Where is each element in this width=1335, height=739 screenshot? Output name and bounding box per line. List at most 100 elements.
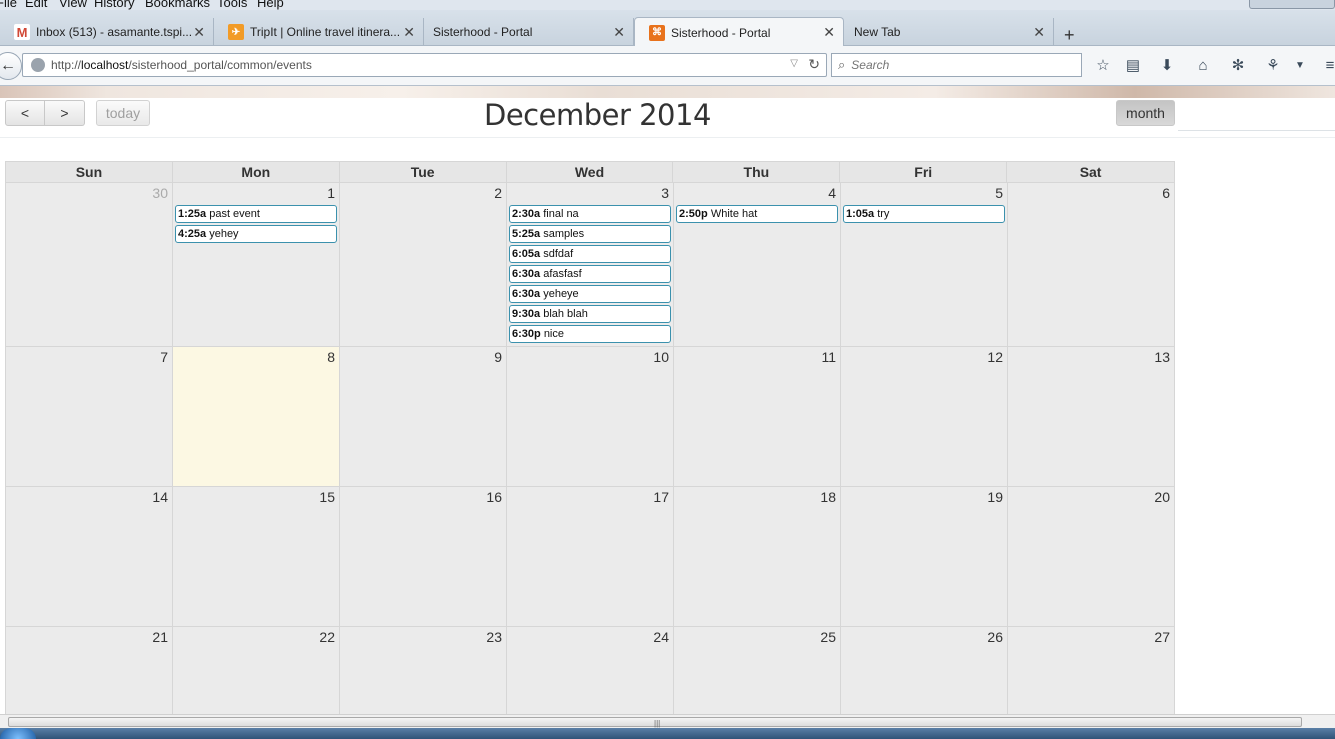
day-cell[interactable]: 21 — [6, 627, 173, 714]
day-number: 24 — [653, 629, 669, 645]
day-cell[interactable]: 2 — [340, 183, 507, 347]
day-number: 11 — [821, 349, 836, 365]
calendar-event[interactable]: 6:30a afasfasf — [509, 265, 671, 283]
day-events: 1:25a past event 4:25a yehey — [175, 205, 337, 245]
tab-gmail[interactable]: M Inbox (513) - asamante.tspi... ✕ — [0, 18, 214, 46]
download-icon[interactable]: ⬇ — [1157, 55, 1177, 75]
tab-sisterhood-active[interactable]: ⌘ Sisterhood - Portal ✕ — [634, 17, 844, 47]
dropdown-icon[interactable]: ▽ — [790, 58, 798, 69]
calendar-event[interactable]: 2:50p White hat — [676, 205, 838, 223]
day-number: 18 — [820, 489, 836, 505]
prev-month-button[interactable]: < — [5, 100, 45, 126]
chevron-down-icon[interactable]: ▼ — [1290, 55, 1310, 75]
day-cell[interactable]: 13 — [1008, 347, 1175, 487]
day-cell[interactable]: 12 — [841, 347, 1008, 487]
day-cell[interactable]: 5 1:05a try — [841, 183, 1008, 347]
day-number: 17 — [653, 489, 669, 505]
today-button[interactable]: today — [96, 100, 150, 126]
menu-help[interactable]: Help — [257, 0, 284, 10]
addon-icon[interactable]: ⚘ — [1263, 55, 1283, 75]
day-cell[interactable]: 11 — [674, 347, 841, 487]
menu-bookmarks[interactable]: Bookmarks — [145, 0, 210, 10]
calendar-event[interactable]: 6:30p nice — [509, 325, 671, 343]
day-cell[interactable]: 26 — [841, 627, 1008, 714]
day-cell[interactable]: 16 — [340, 487, 507, 627]
day-cell[interactable]: 25 — [674, 627, 841, 714]
day-cell[interactable]: 23 — [340, 627, 507, 714]
day-cell[interactable]: 20 — [1008, 487, 1175, 627]
close-icon[interactable]: ✕ — [823, 24, 835, 41]
calendar-event[interactable]: 4:25a yehey — [175, 225, 337, 243]
day-events: 2:30a final na 5:25a samples 6:05a sdfdaf 6… — [509, 205, 671, 345]
tab-label: Sisterhood - Portal — [671, 25, 771, 40]
next-month-button[interactable]: > — [45, 100, 85, 126]
day-cell[interactable]: 17 — [507, 487, 674, 627]
home-icon[interactable]: ⌂ — [1193, 55, 1213, 75]
globe-icon — [31, 58, 45, 72]
day-cell[interactable]: 6 — [1008, 183, 1175, 347]
tab-sisterhood-1[interactable]: Sisterhood - Portal ✕ — [424, 18, 634, 46]
day-cell[interactable]: 19 — [841, 487, 1008, 627]
event-title: final na — [543, 208, 579, 220]
reading-list-icon[interactable]: ▤ — [1123, 55, 1143, 75]
divider — [1178, 130, 1335, 131]
menu-view[interactable]: View — [59, 0, 87, 10]
day-cell[interactable]: 1 1:25a past event 4:25a yehey — [173, 183, 340, 347]
week-row: 21 22 23 24 25 26 27 — [5, 627, 1175, 714]
calendar-event[interactable]: 2:30a final na — [509, 205, 671, 223]
calendar-weeks: 30 1 1:25a past event 4:25a yehey 2 3 2:30a fi… — [5, 183, 1175, 714]
calendar-event[interactable]: 9:30a blah blah — [509, 305, 671, 323]
day-cell[interactable]: 4 2:50p White hat — [674, 183, 841, 347]
back-arrow-icon[interactable]: ← — [0, 52, 22, 80]
tab-label: Inbox (513) - asamante.tspi... — [36, 25, 193, 39]
day-cell[interactable]: 9 — [340, 347, 507, 487]
close-icon[interactable]: ✕ — [1033, 24, 1045, 41]
window-controls[interactable] — [1249, 0, 1335, 9]
weekday-header: Tue — [340, 162, 507, 182]
day-cell-today[interactable]: 8 — [173, 347, 340, 487]
day-number: 13 — [1154, 349, 1170, 365]
search-input[interactable] — [851, 58, 1062, 72]
start-button-icon[interactable] — [0, 728, 36, 739]
event-time: 6:30a — [512, 268, 541, 280]
scrollbar-thumb[interactable]: ||| — [8, 717, 1302, 728]
calendar-event[interactable]: 5:25a samples — [509, 225, 671, 243]
event-time: 2:50p — [679, 208, 708, 220]
menu-edit[interactable]: Edit — [25, 0, 47, 10]
url-bar[interactable]: http://localhost/sisterhood_portal/commo… — [22, 53, 827, 77]
day-cell[interactable]: 22 — [173, 627, 340, 714]
close-icon[interactable]: ✕ — [403, 24, 415, 41]
menu-history[interactable]: History — [94, 0, 134, 10]
day-cell[interactable]: 24 — [507, 627, 674, 714]
day-cell[interactable]: 27 — [1008, 627, 1175, 714]
calendar-event[interactable]: 6:30a yeheye — [509, 285, 671, 303]
calendar-event[interactable]: 1:25a past event — [175, 205, 337, 223]
month-view-button[interactable]: month — [1116, 100, 1175, 126]
menu-tools[interactable]: Tools — [217, 0, 247, 10]
calendar-event[interactable]: 1:05a try — [843, 205, 1005, 223]
close-icon[interactable]: ✕ — [613, 24, 625, 41]
day-cell[interactable]: 30 — [6, 183, 173, 347]
search-bar[interactable]: ⌕ — [831, 53, 1082, 77]
menu-file[interactable]: File — [0, 0, 17, 10]
day-cell[interactable]: 15 — [173, 487, 340, 627]
horizontal-scrollbar[interactable]: ||| — [0, 714, 1335, 728]
day-number: 4 — [828, 185, 836, 201]
bookmark-star-icon[interactable]: ☆ — [1093, 55, 1113, 75]
day-cell[interactable]: 3 2:30a final na 5:25a samples 6:05a sdfdaf… — [507, 183, 674, 347]
day-cell[interactable]: 18 — [674, 487, 841, 627]
new-tab-plus-icon[interactable]: + — [1064, 25, 1075, 46]
menu-icon[interactable]: ≡ — [1320, 55, 1335, 75]
url-text[interactable]: http://localhost/sisterhood_portal/commo… — [51, 58, 312, 72]
extension-icon[interactable]: ✻ — [1228, 55, 1248, 75]
tab-new-tab[interactable]: New Tab ✕ — [844, 18, 1054, 46]
day-cell[interactable]: 7 — [6, 347, 173, 487]
calendar-event[interactable]: 6:05a sdfdaf — [509, 245, 671, 263]
close-icon[interactable]: ✕ — [193, 24, 205, 41]
tab-tripit[interactable]: ✈ TripIt | Online travel itinera... ✕ — [214, 18, 424, 46]
tab-label: TripIt | Online travel itinera... — [250, 25, 401, 39]
day-cell[interactable]: 14 — [6, 487, 173, 627]
day-cell[interactable]: 10 — [507, 347, 674, 487]
day-number: 6 — [1162, 185, 1170, 201]
reload-icon[interactable]: ↻ — [808, 56, 820, 73]
